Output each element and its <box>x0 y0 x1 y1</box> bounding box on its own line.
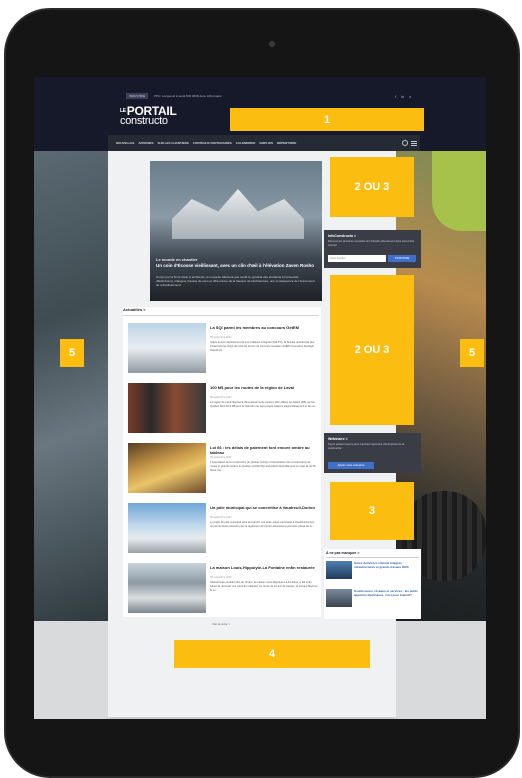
ad-zone-1[interactable]: 1 <box>230 108 424 131</box>
nav-item-emplois[interactable]: EMPLOIS <box>259 141 273 145</box>
article-title[interactable]: Loi 66 : les délais de paiement font enc… <box>210 445 318 455</box>
tablet-screen: INDUSTRIE PPU: Longueuil investit 600 00… <box>34 77 486 719</box>
news-divider <box>123 315 319 316</box>
article-thumbnail[interactable] <box>128 323 206 373</box>
dont-miss-thumbnail[interactable] <box>326 589 352 607</box>
article-title[interactable]: Un pôle municipal qui se concrétise à Va… <box>210 505 318 510</box>
list-item[interactable]: Gérez durant les robuste intégrés : infr… <box>326 561 419 585</box>
article-title[interactable]: La SQI parmi les membres au concours Get… <box>210 325 318 330</box>
tablet-mockup: INDUSTRIE PPU: Longueuil investit 600 00… <box>0 0 522 778</box>
nav-item-partenaires[interactable]: CONTENUS PARTENAIRES <box>193 141 232 145</box>
dont-miss-title[interactable]: Gérez durant les robuste intégrés : infr… <box>354 561 419 569</box>
article-thumbnail[interactable] <box>128 443 206 493</box>
see-all-link[interactable]: Voir la suite > <box>212 622 230 626</box>
news-ticker[interactable]: INDUSTRIE PPU: Longueuil investit 600 00… <box>126 93 222 99</box>
social-links: f in x <box>395 94 411 99</box>
news-heading[interactable]: Actualités > <box>123 307 146 312</box>
directory-widget: Webinaire > Soyez présent avec le plus i… <box>324 433 421 473</box>
article-excerpt: La région de Laval disposera d'investiss… <box>210 401 317 408</box>
directory-description: Soyez présent avec le plus important rép… <box>328 443 405 450</box>
hero-title[interactable]: Un coin d'Écosse vieillissant, avec un c… <box>156 263 316 268</box>
logo-prefix: LE <box>120 108 126 114</box>
x-icon[interactable]: x <box>409 94 411 99</box>
article-date: 08 septembre 2022 <box>210 516 232 519</box>
background-left-image <box>34 151 108 621</box>
nav-icons <box>398 135 420 151</box>
article-thumbnail[interactable] <box>128 503 206 553</box>
list-item[interactable]: La SQI parmi les membres au concours Get… <box>123 323 321 379</box>
list-item[interactable]: La maison Louis-Hippolyte-La Fontaine en… <box>123 563 321 619</box>
article-date: 08 septembre 2022 <box>210 576 232 579</box>
article-title[interactable]: La maison Louis-Hippolyte-La Fontaine en… <box>210 565 318 570</box>
ad-zone-3[interactable]: 3 <box>330 482 414 540</box>
nav-item-nouvelles[interactable]: NOUVELLES <box>116 141 134 145</box>
list-item[interactable]: Soumissions, réseaux et services : les p… <box>326 589 419 613</box>
search-icon[interactable] <box>402 140 408 146</box>
newsletter-email-input[interactable]: Votre courriel <box>328 255 386 262</box>
article-title[interactable]: 100 M$ pour les routes de la région de L… <box>210 385 318 390</box>
ad-zone-2-or-3-top[interactable]: 2 OU 3 <box>330 157 414 217</box>
hero-article[interactable]: Le monde en chantier Un coin d'Écosse vi… <box>150 161 322 301</box>
nav-item-calendrier[interactable]: CALENDRIER <box>236 141 256 145</box>
list-item[interactable]: Loi 66 : les délais de paiement font enc… <box>123 443 321 499</box>
linkedin-icon[interactable]: in <box>401 94 404 99</box>
main-nav: NOUVELLES APPARIES SUR LES CHANTIERS CON… <box>108 135 398 151</box>
article-date: 08 septembre 2022 <box>210 396 232 399</box>
dont-miss-divider <box>326 557 419 558</box>
ticker-badge: INDUSTRIE <box>126 93 149 99</box>
article-thumbnail[interactable] <box>128 383 206 433</box>
newsletter-title[interactable]: InfoConstructo > <box>328 234 356 238</box>
nav-item-appariés[interactable]: APPARIES <box>138 141 153 145</box>
article-date: 08 septembre 2022 <box>210 456 232 459</box>
worker-shirt <box>432 151 486 231</box>
hero-building-image <box>172 189 304 239</box>
ad-zone-4[interactable]: 4 <box>174 640 370 668</box>
site-logo[interactable]: LEPORTAIL constructo <box>120 105 177 127</box>
article-excerpt: Le projet de pôle municipal vient de fra… <box>210 521 315 528</box>
dont-miss-section: À ne pas manquer > Gérez durant les robu… <box>324 549 421 619</box>
list-item[interactable]: Un pôle municipal qui se concrétise à Va… <box>123 503 321 559</box>
add-company-button[interactable]: Ajouter votre entreprise <box>328 462 374 469</box>
footer-divider <box>108 717 396 719</box>
newsletter-widget: InfoConstructo > Recevez les dernières n… <box>324 230 421 268</box>
dont-miss-heading[interactable]: À ne pas manquer > <box>326 551 359 555</box>
dont-miss-thumbnail[interactable] <box>326 561 352 579</box>
ad-zone-5-right[interactable]: 5 <box>460 339 484 367</box>
article-date: 08 septembre 2022 <box>210 336 232 339</box>
nav-item-chantiers[interactable]: SUR LES CHANTIERS <box>157 141 188 145</box>
hero-description: Conçu par la firme Gwin & architects, le… <box>156 275 315 287</box>
ad-zone-2-or-3-middle[interactable]: 2 OU 3 <box>330 275 414 425</box>
hero-category[interactable]: Le monde en chantier <box>156 257 197 262</box>
article-excerpt: Grâce au bon déploiement de ses pratique… <box>210 341 315 352</box>
newsletter-description: Recevez les dernières nouvelles de l'ind… <box>328 240 415 247</box>
nav-item-repertoire[interactable]: RÉPERTOIRE <box>277 141 296 145</box>
article-excerpt: L'Association de la construction du Québ… <box>210 461 317 472</box>
dont-miss-title[interactable]: Soumissions, réseaux et services : les p… <box>354 589 419 597</box>
camera-dot <box>269 41 275 47</box>
ticker-text[interactable]: PPU: Longueuil investit 600 000$ dans 10… <box>154 94 221 98</box>
list-item[interactable]: 100 M$ pour les routes de la région de L… <box>123 383 321 439</box>
directory-title[interactable]: Webinaire > <box>328 437 348 441</box>
article-thumbnail[interactable] <box>128 563 206 613</box>
menu-icon[interactable] <box>411 140 417 146</box>
news-section: Actualités > La SQI parmi les membres au… <box>123 307 321 617</box>
ad-zone-5-left[interactable]: 5 <box>60 339 84 367</box>
facebook-icon[interactable]: f <box>395 94 396 99</box>
article-excerpt: Abandonnée pendant plus de 15 ans, la ma… <box>210 581 318 592</box>
newsletter-subscribe-button[interactable]: S'INSCRIRE <box>388 255 416 262</box>
